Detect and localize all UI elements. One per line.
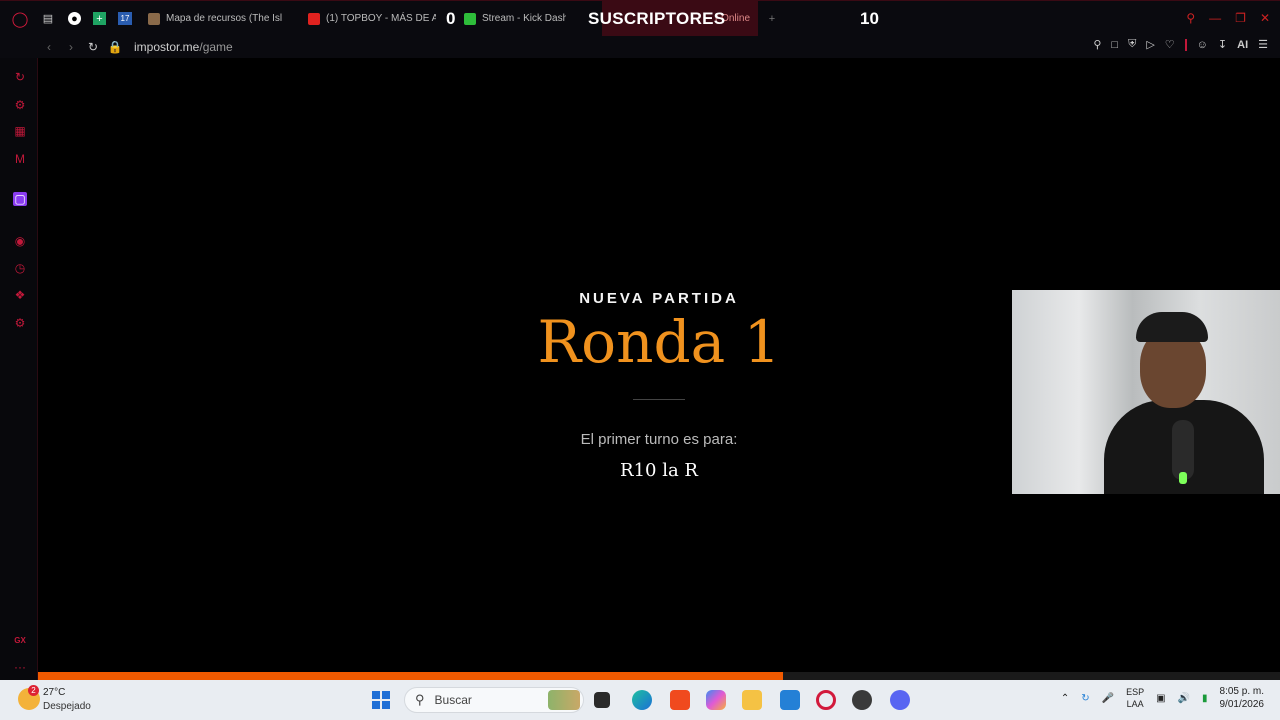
search-highlight-icon[interactable] <box>548 690 580 710</box>
obs-icon[interactable] <box>852 690 872 710</box>
kick-favicon-icon <box>464 12 476 25</box>
lang-code: ESP <box>1126 687 1145 697</box>
opera-gx-taskbar-icon[interactable] <box>816 690 836 710</box>
url-field[interactable]: impostor.me/game <box>134 40 233 54</box>
title-divider <box>633 399 685 400</box>
gx-label[interactable]: GX <box>13 634 27 648</box>
browser-tab-bar: ◯ ▤ ● + 17 Mapa de recursos (The Isl (1)… <box>0 0 1280 37</box>
weather-desc[interactable]: Despejado <box>43 701 91 712</box>
search-tabs-icon[interactable]: ⚲ <box>1186 11 1195 25</box>
weather-temp[interactable]: 27°C <box>43 687 65 698</box>
opera-gx-logo-icon[interactable]: ◯ <box>12 11 29 28</box>
tab-manager-icon[interactable]: ▤ <box>40 11 56 27</box>
tab-youtube[interactable]: (1) TOPBOY - MÁS DE A <box>300 1 436 37</box>
microphone-led <box>1179 472 1187 484</box>
profile-icon[interactable]: ☺ <box>1184 38 1208 51</box>
streamer-cap <box>1136 312 1208 342</box>
pin-icon[interactable]: ⚲ <box>1093 38 1101 51</box>
clock-date: 9/01/2026 <box>1219 699 1265 710</box>
lang-layout: LAA <box>1126 699 1144 709</box>
close-icon[interactable]: ✕ <box>1260 11 1270 25</box>
address-bar: ‹ › ↻ 🔒 impostor.me/game ⚲ □ ⛨ ▷ ♡ ☺ ↧ A… <box>0 36 1280 58</box>
reload-icon[interactable]: ↻ <box>82 40 104 54</box>
discord-icon[interactable] <box>890 690 910 710</box>
youtube-favicon-icon <box>308 12 320 25</box>
lock-icon[interactable]: 🔒 <box>104 40 126 54</box>
clock[interactable]: 8:05 p. m. 9/01/2026 <box>1220 685 1265 711</box>
seventeen-pinned-icon[interactable]: 17 <box>118 12 132 25</box>
history-icon[interactable]: ◷ <box>13 261 27 275</box>
search-placeholder: Buscar <box>434 693 472 707</box>
url-path: /game <box>199 40 233 54</box>
tab-map-resources[interactable]: Mapa de recursos (The Isl <box>140 1 300 37</box>
network-icon[interactable]: ▣ <box>1156 693 1165 704</box>
cleaner-icon[interactable]: ▦ <box>13 124 27 138</box>
settings-icon[interactable]: ⚙ <box>13 316 27 330</box>
overlay-right-count: 10 <box>860 9 879 28</box>
messenger-icon[interactable]: M <box>13 152 27 166</box>
start-button[interactable] <box>372 691 390 709</box>
copilot-icon[interactable] <box>706 690 726 710</box>
menu-icon[interactable]: ☰ <box>1258 38 1268 51</box>
language-indicator[interactable]: ESP LAA <box>1126 686 1144 710</box>
pinned-tab-icon[interactable]: ● <box>68 12 81 25</box>
show-hidden-icon[interactable]: ⌃ <box>1061 693 1069 704</box>
extensions-icon[interactable]: ❖ <box>13 288 27 302</box>
edge-icon[interactable] <box>632 690 652 710</box>
shield-icon[interactable]: ⛨ <box>1128 38 1136 51</box>
play-icon[interactable]: ▷ <box>1146 38 1154 51</box>
task-view-icon[interactable] <box>594 692 610 708</box>
system-tray: ⌃ ↻ 🎤 ESP LAA ▣ 🔊 ▮ 8:05 p. m. 9/01/2026 <box>1061 685 1264 711</box>
twitch-icon[interactable]: ▢ <box>13 192 27 206</box>
map-favicon-icon <box>148 12 160 25</box>
overlay-left-count: 0 <box>446 9 456 28</box>
sheets-pinned-icon[interactable]: + <box>93 12 106 25</box>
tab-label: (1) TOPBOY - MÁS DE A <box>326 13 436 24</box>
volume-icon[interactable]: 🔊 <box>1178 693 1190 704</box>
mic-tray-icon[interactable]: 🎤 <box>1102 693 1114 704</box>
windows-taskbar: 2 27°C Despejado ⚲ Buscar ⌃ ↻ 🎤 ESP LAA … <box>0 680 1280 720</box>
forward-icon[interactable]: › <box>60 40 82 54</box>
back-icon[interactable]: ‹ <box>38 40 60 54</box>
overlay-subscribers-title: SUSCRIPTORES <box>588 9 726 28</box>
screen: ◯ ▤ ● + 17 Mapa de recursos (The Isl (1)… <box>0 0 1280 720</box>
window-controls: ⚲ — ❐ ✕ <box>1186 11 1270 25</box>
maximize-icon[interactable]: ❐ <box>1235 11 1246 25</box>
tab-label: Stream - Kick Dashb <box>482 13 566 24</box>
ai-button[interactable]: AI <box>1237 39 1248 51</box>
brave-icon[interactable] <box>670 690 690 710</box>
tab-label: Mapa de recursos (The Isl <box>166 13 283 24</box>
sync-icon[interactable]: ↻ <box>1081 693 1089 704</box>
minimize-icon[interactable]: — <box>1209 11 1221 25</box>
vscode-icon[interactable] <box>780 690 800 710</box>
webcam-overlay <box>1012 290 1280 494</box>
new-tab-icon[interactable]: + <box>764 11 780 27</box>
search-icon: ⚲ <box>415 692 425 707</box>
download-icon[interactable]: ↧ <box>1218 38 1227 51</box>
turn-progress-fill <box>38 672 784 680</box>
weather-badge: 2 <box>28 685 39 696</box>
url-host: impostor.me <box>134 40 200 54</box>
microphone <box>1172 420 1194 480</box>
sidebar-more-icon[interactable]: ··· <box>13 660 27 674</box>
gx-corner-icon[interactable]: ⚙ <box>13 98 27 112</box>
clock-time: 8:05 p. m. <box>1219 686 1264 697</box>
heart-icon[interactable]: ♡ <box>1165 38 1175 51</box>
toolbar-right: ⚲ □ ⛨ ▷ ♡ ☺ ↧ AI ☰ <box>1093 38 1268 51</box>
snapshot-icon[interactable]: □ <box>1111 39 1118 51</box>
player-icon[interactable]: ◉ <box>13 234 27 248</box>
battery-icon[interactable]: ▮ <box>1202 693 1208 704</box>
file-explorer-icon[interactable] <box>742 690 762 710</box>
tab-kick[interactable]: Stream - Kick Dashb <box>456 1 566 37</box>
turn-progress-track <box>38 672 1280 680</box>
gx-control-icon[interactable]: ↻ <box>13 70 27 84</box>
browser-sidebar: ↻ ⚙ ▦ M ▢ ◉ ◷ ❖ ⚙ GX ··· <box>0 58 38 680</box>
